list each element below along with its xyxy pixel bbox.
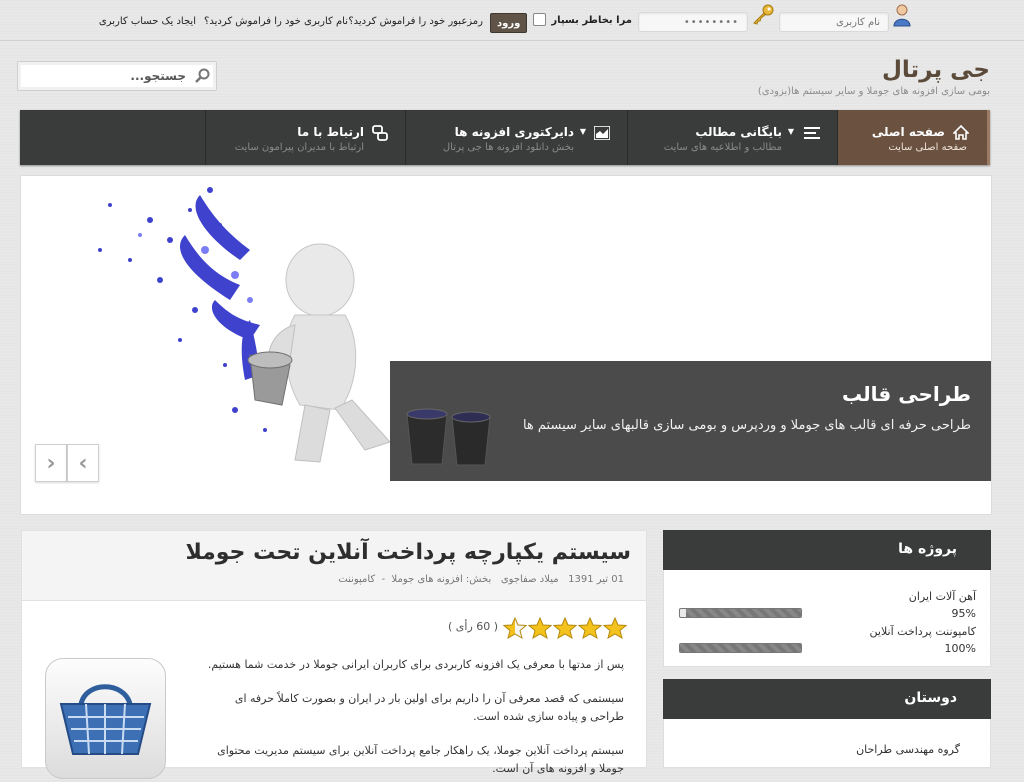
friends-header: دوستان xyxy=(663,679,991,719)
article-paragraph-3b: جوملا و افزونه های آن است. xyxy=(492,762,624,775)
register-link[interactable]: ایجاد یک حساب کاربری xyxy=(99,16,196,27)
chevron-down-icon: ▼ xyxy=(579,127,586,136)
slide-caption-title: طراحی قالب xyxy=(841,382,971,406)
remember-label: مرا بخاطر بسپار xyxy=(551,15,632,26)
project-name: آهن آلات ایران xyxy=(908,590,976,603)
chevron-right-icon: › xyxy=(78,450,88,476)
star-icon[interactable] xyxy=(528,617,552,639)
project-progress-fill xyxy=(680,644,801,652)
top-divider xyxy=(0,40,1024,41)
search-icon[interactable] xyxy=(195,68,211,84)
username-field[interactable]: نام کاربری xyxy=(779,12,889,32)
link-icon xyxy=(372,125,388,145)
article-meta: 01 تیر 1391 میلاد صفاجوی بخش: افزونه های… xyxy=(338,574,624,585)
article-paragraph-1: پس از مدتها با معرفی یک افزونه کاربردی ب… xyxy=(207,658,624,671)
article-meta-separator: - xyxy=(381,574,386,585)
star-icon[interactable] xyxy=(603,617,627,639)
slide-caption: طراحی قالب طراحی حرفه ای قالب های جوملا … xyxy=(390,361,991,481)
nav-item-contact[interactable]: ارتباط با ما ارتباط با مدیران پیرامون سا… xyxy=(205,110,406,165)
user-icon xyxy=(892,3,912,27)
projects-header: پروژه ها xyxy=(663,530,991,570)
nav-archive-label: بایگانی مطالب xyxy=(695,125,782,139)
main-nav: صفحه اصلی صفحه اصلی سایت ▼ بایگانی مطالب… xyxy=(20,110,990,165)
chevron-down-icon: ▼ xyxy=(787,127,794,136)
chart-icon xyxy=(593,125,611,144)
friend-link[interactable]: گروه مهندسی طراحان xyxy=(856,743,960,756)
nav-archive-sub: مطالب و اطلاعیه های سایت xyxy=(663,142,782,153)
article-date: 01 تیر 1391 xyxy=(568,574,624,585)
project-progress-fill xyxy=(686,609,801,617)
projects-title: پروژه ها xyxy=(898,541,957,557)
password-value: •••••••• xyxy=(683,16,739,28)
nav-item-home[interactable]: صفحه اصلی صفحه اصلی سایت xyxy=(837,110,990,165)
rating-stars[interactable] xyxy=(503,617,627,639)
key-icon xyxy=(751,3,775,25)
site-subtitle: بومی سازی افزونه های جوملا و سایر سیستم … xyxy=(757,86,990,97)
bucket-image xyxy=(402,399,492,469)
login-button[interactable]: ورود xyxy=(490,13,528,33)
star-icon[interactable] xyxy=(553,617,577,639)
nav-contact-label: ارتباط با ما xyxy=(297,125,364,139)
project-name: کامپوننت پرداخت آنلاین xyxy=(869,625,976,638)
forgot-password-link[interactable]: رمزعبور خود را فراموش کردید؟ xyxy=(348,16,483,27)
remember-checkbox[interactable] xyxy=(533,13,546,26)
slider-prev-button[interactable]: ‹ xyxy=(35,444,67,482)
rating-votes: ( 60 رأی ) xyxy=(448,620,499,633)
friends-title: دوستان xyxy=(904,690,957,706)
slide-caption-text: طراحی حرفه ای قالب های جوملا و وردپرس و … xyxy=(522,418,971,433)
login-button-label: ورود xyxy=(497,17,521,29)
forgot-username-link[interactable]: نام کاربری خود را فراموش کردید؟ xyxy=(204,16,348,27)
password-field[interactable]: •••••••• xyxy=(638,12,748,32)
nav-directory-label: دایرکتوری افزونه ها xyxy=(454,125,574,139)
chevron-left-icon: ‹ xyxy=(46,450,56,476)
project-progress xyxy=(679,643,802,653)
article-title[interactable]: سیستم یکپارچه پرداخت آنلاین تحت جوملا xyxy=(185,540,631,565)
nav-home-sub: صفحه اصلی سایت xyxy=(888,142,967,153)
list-icon xyxy=(804,125,820,144)
site-title[interactable]: جی پرتال xyxy=(882,57,990,83)
article-author: میلاد صفاجوی xyxy=(500,574,559,585)
search-input[interactable]: جستجو... xyxy=(130,69,186,83)
search-box[interactable]: جستجو... xyxy=(17,61,217,91)
basket-image xyxy=(45,658,166,779)
project-percent: 95% xyxy=(951,607,976,620)
article-paragraph-2b: طراحی و پیاده سازی شده است. xyxy=(473,710,624,723)
article-category[interactable]: کامپوننت xyxy=(338,574,375,585)
star-icon[interactable] xyxy=(578,617,602,639)
nav-contact-sub: ارتباط با مدیران پیرامون سایت xyxy=(234,142,364,153)
login-bar: نام کاربری •••••••• مرا بخاطر بسپار ورود… xyxy=(0,0,1024,42)
project-progress xyxy=(679,608,802,618)
nav-home-label: صفحه اصلی xyxy=(871,125,945,139)
article-section[interactable]: افزونه های جوملا xyxy=(392,574,463,585)
nav-item-directory[interactable]: ▼ دایرکتوری افزونه ها بخش دانلود افزونه … xyxy=(405,110,628,165)
username-placeholder: نام کاربری xyxy=(836,16,880,28)
nav-item-archive[interactable]: ▼ بایگانی مطالب مطالب و اطلاعیه های سایت xyxy=(627,110,838,165)
slide-image xyxy=(90,180,420,480)
article-section-label: بخش: xyxy=(465,574,492,585)
nav-directory-sub: بخش دانلود افزونه ها جی پرتال xyxy=(442,142,574,153)
slider-next-button[interactable]: › xyxy=(67,444,99,482)
project-percent: 100% xyxy=(944,642,976,655)
star-icon[interactable] xyxy=(503,617,527,639)
